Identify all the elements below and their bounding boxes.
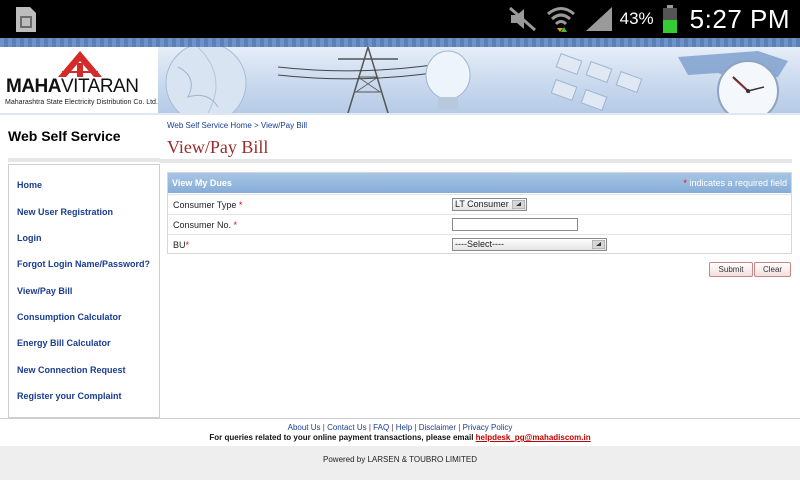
consumer-type-row: Consumer Type * LT Consumer xyxy=(168,194,791,214)
footer-query: For queries related to your online payme… xyxy=(0,433,800,442)
consumer-no-label: Consumer No. * xyxy=(173,220,238,230)
view-dues-form: View My Dues * indicates a required fiel… xyxy=(167,172,792,254)
footer-link-disclaimer[interactable]: Disclaimer xyxy=(419,423,456,432)
sidebar-item-view-pay-bill[interactable]: View/Pay Bill xyxy=(17,286,72,296)
required-note-text: indicates a required field xyxy=(686,178,787,188)
header-separator xyxy=(0,113,800,115)
consumer-type-label: Consumer Type * xyxy=(173,200,243,210)
clear-button[interactable]: Clear xyxy=(754,262,791,277)
header-banner xyxy=(158,47,800,113)
footer-query-text: For queries related to your online payme… xyxy=(209,433,476,442)
bu-row: BU* ----Select---- xyxy=(168,234,791,254)
banner-illustration-icon xyxy=(165,47,788,113)
site-header: MAHAVITARAN Maharashtra State Electricit… xyxy=(0,47,800,113)
main-rule xyxy=(160,159,792,163)
consumer-no-row: Consumer No. * xyxy=(168,214,791,234)
powered-by: Powered by LARSEN & TOUBRO LIMITED xyxy=(323,455,477,464)
footer-link-contact-us[interactable]: Contact Us xyxy=(327,423,367,432)
logo-wordmark: MAHAVITARAN xyxy=(6,76,139,97)
footer-link-privacy-policy[interactable]: Privacy Policy xyxy=(463,423,513,432)
battery-percent: 43% xyxy=(619,9,654,28)
form-section-title: View My Dues xyxy=(172,178,232,188)
footer-link-faq[interactable]: FAQ xyxy=(373,423,389,432)
sim-card-icon xyxy=(16,7,36,32)
breadcrumb-home-link[interactable]: Web Self Service Home xyxy=(167,121,252,130)
mahavitaran-logo[interactable]: MAHAVITARAN Maharashtra State Electricit… xyxy=(4,49,158,113)
page-title: View/Pay Bill xyxy=(167,137,269,157)
helpdesk-email-link[interactable]: helpdesk_pg@mahadiscom.in xyxy=(476,433,591,442)
signal-icon xyxy=(585,7,612,31)
chevron-down-icon xyxy=(592,240,605,249)
status-bar: 43% 5:27 PM xyxy=(0,0,800,38)
sidebar-title: Web Self Service xyxy=(8,128,121,144)
sidebar-item-consumption-calculator[interactable]: Consumption Calculator xyxy=(17,312,122,322)
top-strip xyxy=(0,38,800,47)
consumer-type-select[interactable]: LT Consumer xyxy=(452,198,527,211)
footer-rule xyxy=(0,418,800,419)
footer-link-about-us[interactable]: About Us xyxy=(288,423,321,432)
clock: 5:27 PM xyxy=(689,3,790,34)
chevron-down-icon xyxy=(512,200,525,209)
bu-value: ----Select---- xyxy=(455,239,504,249)
footer-links: About Us | Contact Us | FAQ | Help | Dis… xyxy=(287,423,513,432)
consumer-type-value: LT Consumer xyxy=(455,199,509,209)
consumer-no-input[interactable] xyxy=(452,218,578,231)
sidebar-item-energy-bill-calculator[interactable]: Energy Bill Calculator xyxy=(17,338,111,348)
form-section-header: View My Dues * indicates a required fiel… xyxy=(168,173,791,193)
submit-button[interactable]: Submit xyxy=(709,262,753,277)
sidebar-item-forgot-login[interactable]: Forgot Login Name/Password? xyxy=(17,259,150,269)
sidebar-item-register-complaint[interactable]: Register your Complaint xyxy=(17,391,122,401)
sidebar-rule xyxy=(8,158,160,162)
breadcrumb: Web Self Service Home > View/Pay Bill xyxy=(167,121,307,130)
bu-label: BU* xyxy=(173,240,190,250)
required-note: * indicates a required field xyxy=(683,178,787,188)
sidebar-nav: Home New User Registration Login Forgot … xyxy=(8,164,160,418)
logo-subtitle: Maharashtra State Electricity Distributi… xyxy=(5,99,158,106)
breadcrumb-separator: > xyxy=(251,121,261,130)
bu-select[interactable]: ----Select---- xyxy=(452,238,607,251)
footer-link-help[interactable]: Help xyxy=(396,423,412,432)
sidebar-item-home[interactable]: Home xyxy=(17,180,42,190)
breadcrumb-current-link[interactable]: View/Pay Bill xyxy=(261,121,307,130)
battery-icon xyxy=(662,5,677,33)
sidebar-item-login[interactable]: Login xyxy=(17,233,42,243)
sidebar-item-new-user-registration[interactable]: New User Registration xyxy=(17,207,113,217)
sidebar-item-new-connection-request[interactable]: New Connection Request xyxy=(17,365,126,375)
mute-icon xyxy=(508,6,536,32)
wifi-icon xyxy=(546,7,575,32)
